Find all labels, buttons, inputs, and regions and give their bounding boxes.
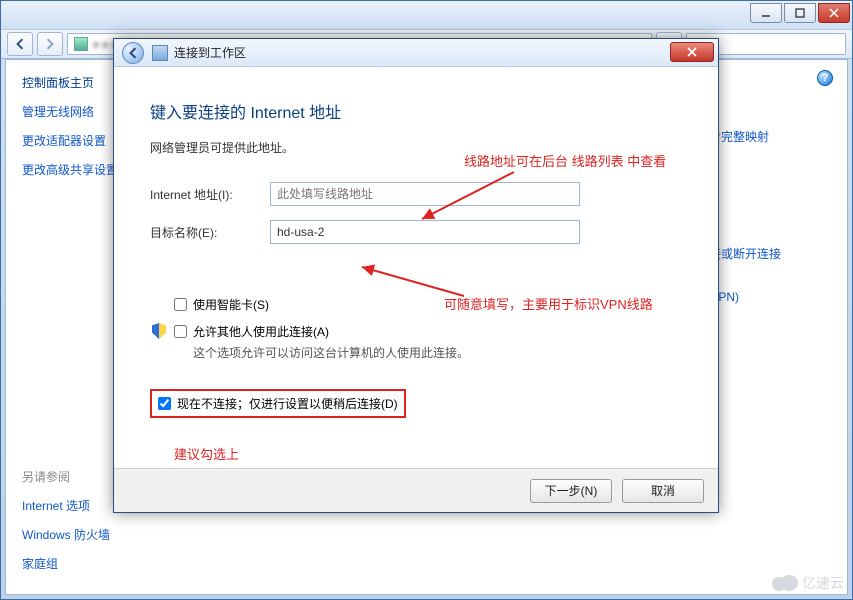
cancel-button[interactable]: 取消	[622, 479, 704, 503]
input-destination-name[interactable]	[270, 220, 580, 244]
dialog-titlebar: 连接到工作区	[114, 39, 718, 67]
dialog-subtext: 网络管理员可提供此地址。	[150, 139, 682, 156]
dialog-connect-workplace: 连接到工作区 键入要连接的 Internet 地址 网络管理员可提供此地址。 I…	[113, 38, 719, 513]
label-allow-others: 允许其他人使用此连接(A)	[193, 325, 329, 339]
outer-window-controls	[750, 3, 850, 23]
maximize-button[interactable]	[784, 3, 816, 23]
dialog-back-button[interactable]	[122, 42, 144, 64]
outer-window: ▸ ▸ ▸ ? 控制面板主页 管理无线网络 更改适配器设置 更改高级共享设置 另…	[0, 0, 853, 600]
dialog-footer: 下一步(N) 取消	[114, 468, 718, 512]
row-internet-address: Internet 地址(I):	[150, 182, 682, 206]
next-button[interactable]: 下一步(N)	[530, 479, 612, 503]
minimize-button[interactable]	[750, 3, 782, 23]
sidebar-link-homegroup[interactable]: 家庭组	[22, 555, 162, 572]
dialog-icon	[152, 45, 168, 61]
checkbox-smartcard[interactable]	[174, 298, 187, 311]
label-destination-name: 目标名称(E):	[150, 224, 270, 241]
watermark: 亿速云	[772, 573, 844, 593]
dialog-body: 键入要连接的 Internet 地址 网络管理员可提供此地址。 Internet…	[114, 67, 718, 468]
network-icon	[74, 37, 88, 51]
note-allow-others: 这个选项允许可以访问这台计算机的人使用此连接。	[193, 344, 469, 361]
label-smartcard: 使用智能卡(S)	[193, 296, 269, 313]
cloud-icon	[772, 575, 798, 591]
dialog-title: 连接到工作区	[174, 44, 246, 61]
sidebar-link-firewall[interactable]: Windows 防火墙	[22, 526, 162, 543]
help-icon[interactable]: ?	[817, 70, 833, 86]
input-internet-address[interactable]	[270, 182, 580, 206]
outer-window-titlebar	[1, 1, 852, 29]
label-internet-address: Internet 地址(I):	[150, 186, 270, 203]
checkbox-defer-connect[interactable]	[158, 397, 171, 410]
checkbox-allow-others[interactable]	[174, 325, 187, 338]
shield-icon	[152, 323, 166, 339]
dialog-heading: 键入要连接的 Internet 地址	[150, 99, 682, 123]
row-allow-others: 允许其他人使用此连接(A) 这个选项允许可以访问这台计算机的人使用此连接。	[150, 323, 682, 361]
row-smartcard: 使用智能卡(S)	[150, 296, 682, 313]
label-defer-connect: 现在不连接；仅进行设置以便稍后连接(D)	[177, 395, 398, 412]
dialog-close-button[interactable]	[670, 42, 714, 62]
row-defer-connect: 现在不连接；仅进行设置以便稍后连接(D)	[150, 389, 406, 418]
close-button[interactable]	[818, 3, 850, 23]
row-destination-name: 目标名称(E):	[150, 220, 682, 244]
watermark-text: 亿速云	[802, 573, 844, 593]
nav-forward-button[interactable]	[37, 32, 63, 56]
nav-back-button[interactable]	[7, 32, 33, 56]
